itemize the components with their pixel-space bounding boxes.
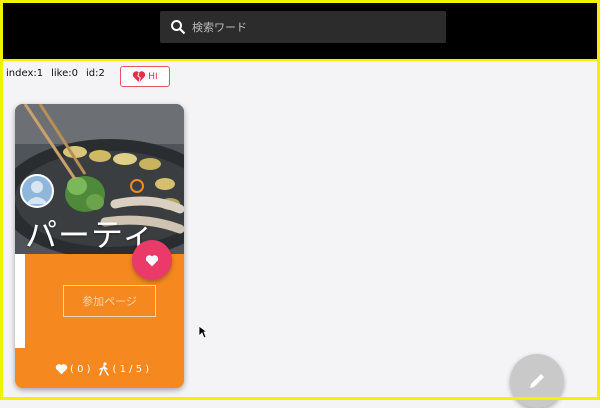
id-text: id:2 — [85, 68, 105, 79]
card-stats: ( 0 ) ( 1 / 5 ) — [55, 362, 149, 376]
search-input[interactable] — [190, 19, 424, 35]
user-icon — [26, 181, 48, 204]
heart-icon — [55, 364, 68, 375]
top-app-bar — [3, 3, 597, 61]
index-text: index:1 — [6, 68, 44, 79]
search-icon — [171, 20, 186, 35]
host-avatar[interactable] — [20, 174, 54, 208]
hi-button-label: HI — [148, 71, 158, 82]
favorite-button[interactable] — [132, 240, 172, 280]
mouse-cursor — [198, 325, 208, 339]
participant-count: ( 1 / 5 ) — [112, 363, 150, 375]
card-edge — [15, 254, 25, 348]
like-count: ( 0 ) — [70, 363, 91, 375]
event-card[interactable]: パーティ 参加ページ ( 0 ) ( 1 / 5 ) — [15, 104, 184, 388]
hi-button[interactable]: HI — [120, 66, 170, 87]
broken-heart-icon — [133, 71, 146, 83]
pencil-icon — [530, 374, 544, 388]
debug-info: index:1 like:0 id:2 — [6, 68, 105, 79]
search-bar[interactable] — [160, 11, 446, 43]
join-page-button[interactable]: 参加ページ — [63, 285, 156, 317]
heart-icon — [145, 254, 159, 266]
like-text: like:0 — [51, 68, 78, 79]
walking-person-icon — [98, 362, 109, 376]
